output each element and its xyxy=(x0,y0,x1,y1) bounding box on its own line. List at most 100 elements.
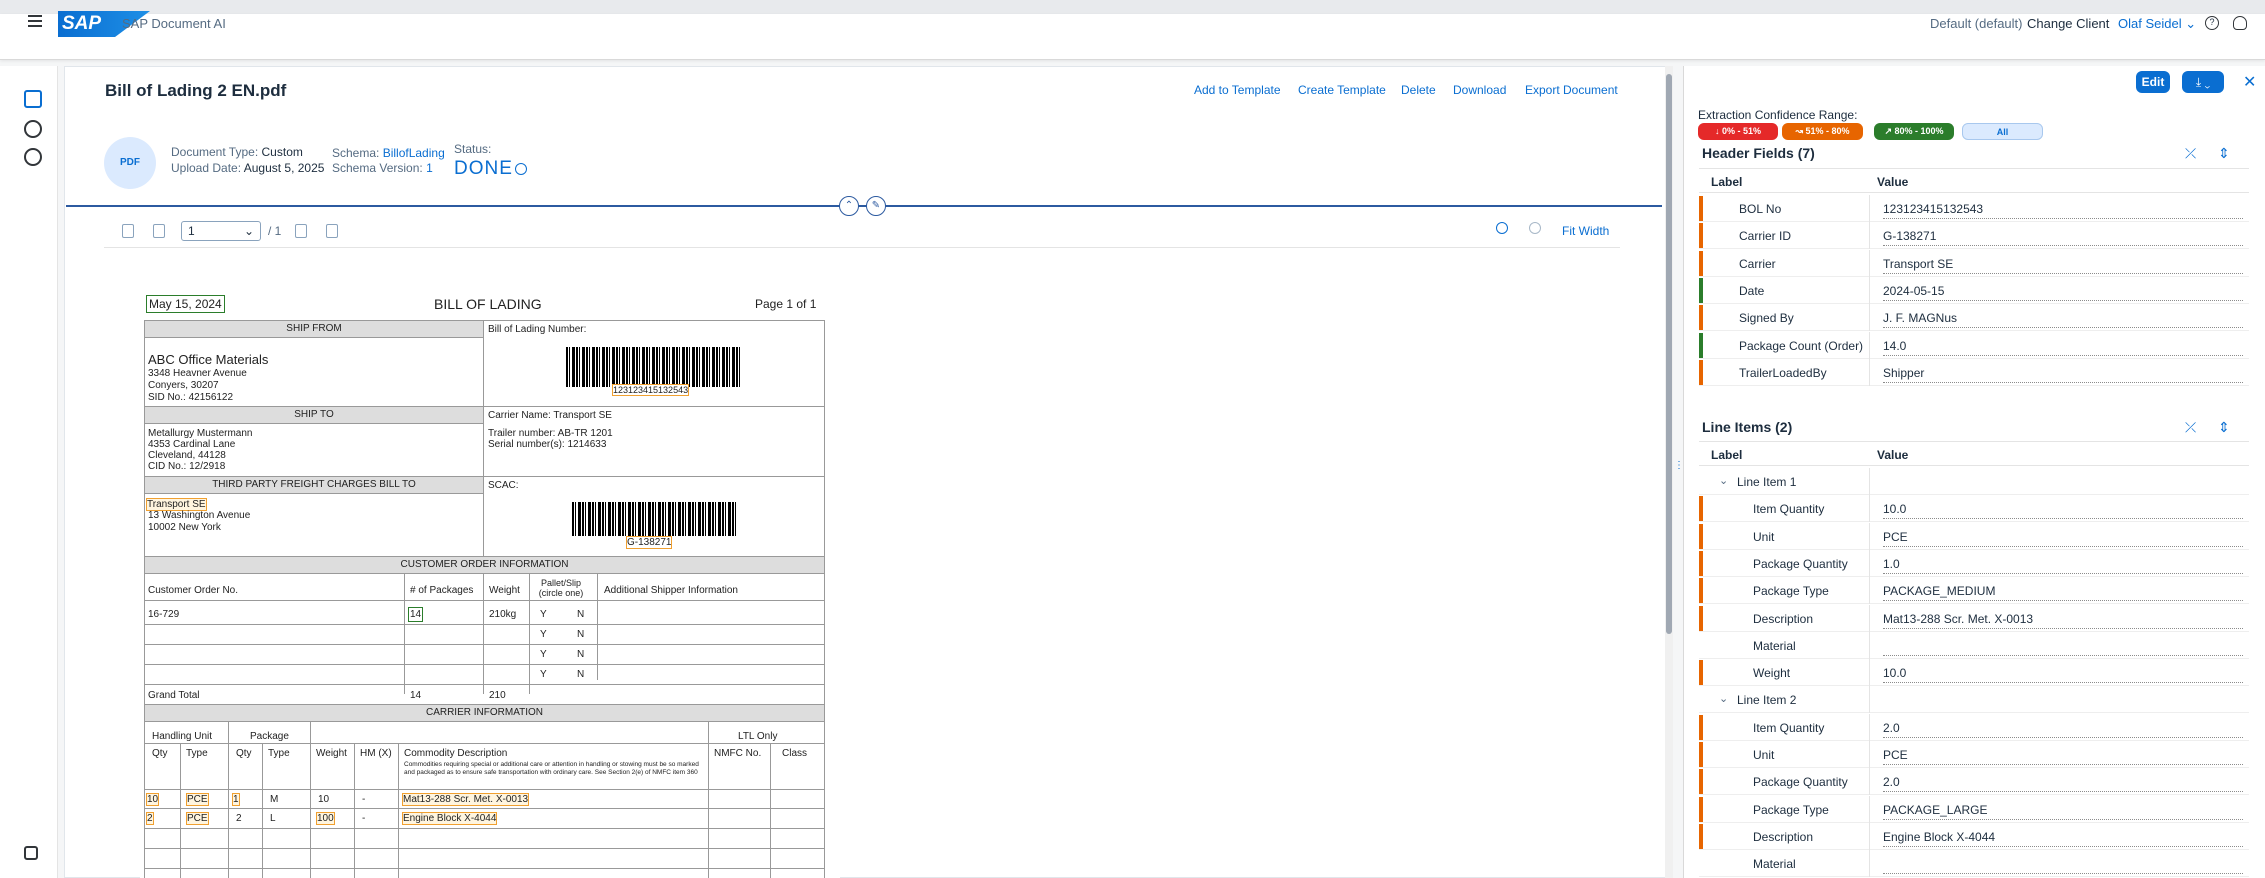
chevron-down-icon[interactable]: ⌄ xyxy=(1719,692,1728,705)
delete-button[interactable]: Delete xyxy=(1401,83,1436,97)
zoom-in-icon[interactable] xyxy=(1496,222,1508,234)
field-value-input[interactable]: 123123415132543 xyxy=(1883,198,2243,219)
field-value-input[interactable]: PACKAGE_LARGE xyxy=(1883,799,2243,820)
bol-barcode-text[interactable]: 123123415132543 xyxy=(612,384,690,396)
order-packages[interactable]: 14 xyxy=(408,607,424,622)
field-value-input[interactable]: PCE xyxy=(1883,526,2243,547)
r1-hu-type[interactable]: PCE xyxy=(186,793,209,806)
viewer-scrollbar[interactable] xyxy=(1665,66,1673,878)
export-document-button[interactable]: Export Document xyxy=(1525,83,1618,97)
confidence-chip-medium[interactable]: ↝ 51% - 80% xyxy=(1782,123,1863,140)
download-button[interactable]: Download xyxy=(1453,83,1506,97)
refresh-icon[interactable] xyxy=(515,163,527,175)
field-value-input[interactable]: 2.0 xyxy=(1883,717,2243,738)
collapse-all-icon[interactable]: ⤫ xyxy=(2185,145,2196,162)
add-to-template-button[interactable]: Add to Template xyxy=(1194,83,1281,97)
user-menu[interactable]: Olaf Seidel ⌄ xyxy=(2118,16,2196,32)
edit-button[interactable]: Edit xyxy=(2136,71,2170,93)
headset-icon[interactable] xyxy=(2233,16,2247,30)
r2-hu-type[interactable]: PCE xyxy=(186,812,209,825)
field-value-input[interactable]: Shipper xyxy=(1883,362,2243,383)
field-value-input[interactable]: 14.0 xyxy=(1883,335,2243,356)
confidence-bar xyxy=(1699,359,1703,385)
column-separator xyxy=(1869,276,1870,304)
col-pkg-type: Type xyxy=(268,748,290,759)
sort-icon[interactable]: ⇕ xyxy=(2218,145,2230,162)
field-value-input[interactable]: 1.0 xyxy=(1883,553,2243,574)
pdf-rule xyxy=(144,828,825,829)
pdf-date[interactable]: May 15, 2024 xyxy=(146,295,225,313)
col-pallet: Pallet/Slip (circle one) xyxy=(538,578,584,598)
field-value-input[interactable] xyxy=(1883,635,2243,656)
carrier-barcode-text[interactable]: G-138271 xyxy=(626,536,673,549)
grand-total-packages: 14 xyxy=(410,690,422,701)
previous-page-icon[interactable] xyxy=(153,224,165,238)
splitter-handle[interactable]: ⋮ xyxy=(1674,460,1684,480)
last-page-icon[interactable] xyxy=(326,224,338,238)
r2-hu-qty[interactable]: 2 xyxy=(146,812,154,825)
field-value-input[interactable]: Transport SE xyxy=(1883,253,2243,274)
field-row: Carrier ID G-138271 xyxy=(1699,222,2249,250)
field-value-input[interactable]: PCE xyxy=(1883,744,2243,765)
create-template-button[interactable]: Create Template xyxy=(1298,83,1386,97)
field-value-input[interactable] xyxy=(1883,853,2243,875)
collapse-header-icon[interactable]: ⌃ xyxy=(839,196,859,216)
page-select[interactable]: 1 ⌄ xyxy=(181,221,261,241)
documents-nav-icon[interactable] xyxy=(24,90,42,108)
field-label: Description xyxy=(1753,829,1814,844)
zoom-out-icon[interactable] xyxy=(1529,222,1541,234)
document-title: Bill of Lading 2 EN.pdf xyxy=(105,81,287,100)
pdf-rule xyxy=(144,624,825,625)
field-row: Signed By J. F. MAGNus xyxy=(1699,304,2249,332)
field-row: Material xyxy=(1699,850,2249,878)
close-icon[interactable]: ✕ xyxy=(2243,72,2256,92)
col-pkg-qty: Qty xyxy=(236,748,252,759)
sort-icon[interactable]: ⇕ xyxy=(2218,419,2230,436)
schema-version-value: 1 xyxy=(426,161,433,175)
settings-nav-icon[interactable] xyxy=(24,846,38,860)
pdf-rule xyxy=(529,574,530,694)
pallet-y: Y xyxy=(540,649,547,660)
r2-weight[interactable]: 100 xyxy=(316,812,335,825)
confidence-bar xyxy=(1699,277,1703,303)
collapse-all-icon[interactable]: ⤫ xyxy=(2185,419,2196,436)
templates-nav-icon[interactable] xyxy=(24,148,42,166)
chevron-down-icon[interactable]: ⌄ xyxy=(1719,474,1728,487)
schema-link[interactable]: BillofLading xyxy=(383,146,445,160)
ltl-only-label: LTL Only xyxy=(738,731,778,742)
field-value-input[interactable]: 2024-05-15 xyxy=(1883,280,2243,301)
client-label: Default (default) xyxy=(1930,16,2023,31)
confidence-chip-all[interactable]: All xyxy=(1962,123,2043,140)
field-value-input[interactable]: J. F. MAGNus xyxy=(1883,307,2243,329)
menu-icon[interactable] xyxy=(28,15,42,29)
pallet-y: Y xyxy=(540,629,547,640)
field-value-input[interactable]: Mat13-288 Scr. Met. X-0013 xyxy=(1883,608,2243,629)
confidence-chip-high[interactable]: ↗ 80% - 100% xyxy=(1874,123,1954,140)
r1-description[interactable]: Mat13-288 Scr. Met. X-0013 xyxy=(402,793,530,806)
field-label: Date xyxy=(1739,283,1765,298)
grand-total-label: Grand Total xyxy=(148,690,200,701)
download-menu-button[interactable]: ⤓ ⌄ xyxy=(2182,71,2224,93)
field-value-input[interactable]: 2.0 xyxy=(1883,771,2243,793)
viewer-scrollbar-thumb[interactable] xyxy=(1666,74,1672,634)
ship-to-header: SHIP TO xyxy=(144,406,484,424)
field-value-input[interactable]: PACKAGE_MEDIUM xyxy=(1883,580,2243,602)
r2-description[interactable]: Engine Block X-4044 xyxy=(402,812,498,825)
field-row: Carrier Transport SE xyxy=(1699,249,2249,277)
pin-header-icon[interactable]: ✎ xyxy=(866,196,886,216)
schemas-nav-icon[interactable] xyxy=(24,120,42,138)
confidence-chip-low[interactable]: ↓ 0% - 51% xyxy=(1698,123,1778,140)
fit-width-button[interactable]: Fit Width xyxy=(1562,224,1609,238)
first-page-icon[interactable] xyxy=(122,224,134,238)
field-value-input[interactable]: 10.0 xyxy=(1883,498,2243,520)
r1-hu-qty[interactable]: 10 xyxy=(146,793,160,806)
r1-pkg-qty[interactable]: 1 xyxy=(232,793,240,806)
next-page-icon[interactable] xyxy=(295,224,307,238)
change-client-button[interactable]: Change Client xyxy=(2027,16,2109,31)
confidence-bar xyxy=(1699,332,1703,358)
field-value-input[interactable]: Engine Block X-4044 xyxy=(1883,826,2243,847)
field-value-input[interactable]: G-138271 xyxy=(1883,225,2243,247)
field-value-input[interactable]: 10.0 xyxy=(1883,662,2243,684)
field-label: Item Quantity xyxy=(1753,720,1825,735)
help-icon[interactable]: ? xyxy=(2205,16,2219,30)
